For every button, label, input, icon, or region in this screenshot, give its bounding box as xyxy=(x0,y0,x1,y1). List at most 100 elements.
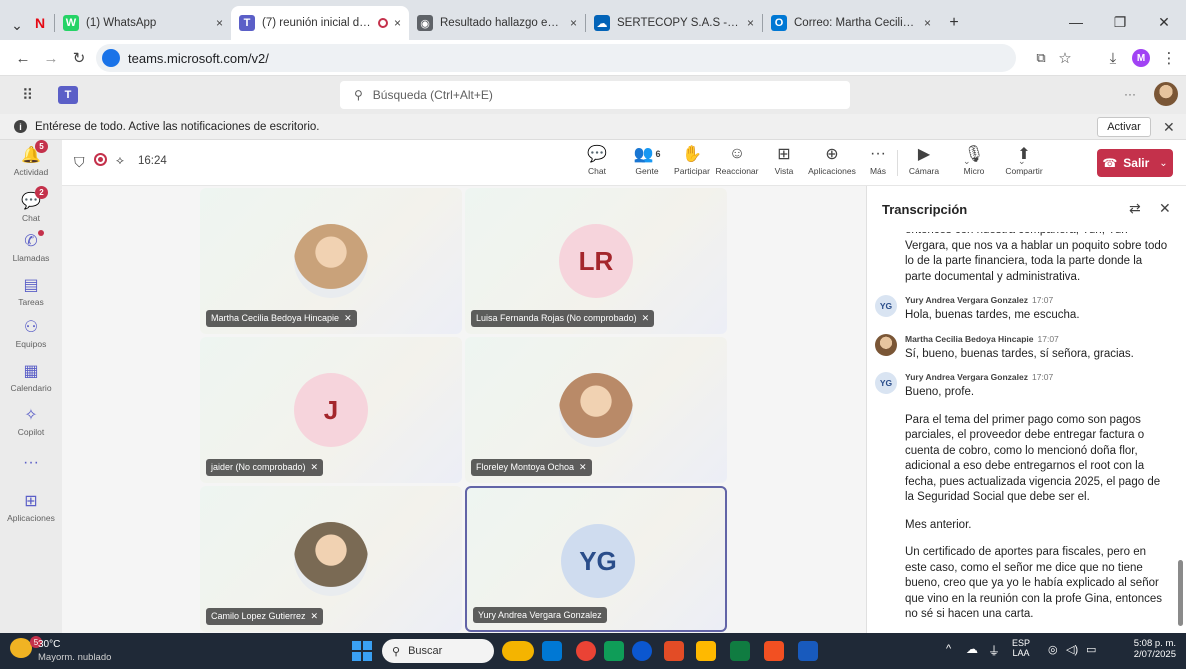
toolbar-micro-button[interactable]: 🎙 Micro xyxy=(949,144,999,176)
toolbar-más-button[interactable]: ··· Más xyxy=(853,144,903,176)
rail-item-calendario[interactable]: ▦ Calendario xyxy=(0,360,62,393)
tab-close-icon[interactable]: × xyxy=(394,16,401,30)
participant-tile[interactable]: Floreley Montoya Ochoa ✕ xyxy=(465,337,727,483)
leave-button[interactable]: ☎ Salir ⌄ xyxy=(1097,149,1173,177)
participant-name: Camilo Lopez Gutierrez xyxy=(211,611,306,621)
toolbar-participar-button[interactable]: ✋ Participar xyxy=(667,144,717,176)
bookmark-star-icon[interactable]: ☆ xyxy=(1052,45,1078,71)
rail-aplicaciones-icon: ⊞ xyxy=(24,493,38,510)
browser-tab[interactable]: W (1) WhatsApp × xyxy=(55,6,231,40)
close-transcript-icon[interactable]: ✕ xyxy=(1159,200,1171,217)
volume-icon[interactable]: ◁) xyxy=(1066,643,1078,656)
tab-favicon-icon: ☁ xyxy=(594,15,610,31)
rail-item-equipos[interactable]: ⚇ Equipos xyxy=(0,316,62,349)
back-icon[interactable]: ← xyxy=(10,45,36,71)
participant-tile[interactable]: Jjaider (No comprobado) ✕ xyxy=(200,337,462,483)
taskbar-search[interactable]: ⚲ Buscar xyxy=(382,639,494,663)
toolbar-vista-button[interactable]: ⊞ Vista xyxy=(759,144,809,176)
browser-tab[interactable]: O Correo: Martha Cecilia Bedoya × xyxy=(763,6,939,40)
translate-icon[interactable]: ⇄ xyxy=(1129,200,1141,217)
forward-icon[interactable]: → xyxy=(38,45,64,71)
browser-menu-icon[interactable]: ⋮ xyxy=(1156,45,1182,71)
rail-item-llamadas[interactable]: ✆ Llamadas xyxy=(0,230,62,263)
tab-close-icon[interactable]: × xyxy=(570,16,577,30)
battery-icon[interactable]: ▭ xyxy=(1086,643,1096,656)
browser-tab[interactable]: ◉ Resultado hallazgo esguince.pd × xyxy=(409,6,585,40)
taskbar-app-icon[interactable] xyxy=(764,641,784,661)
toolbar-label: Gente xyxy=(635,166,659,176)
toolbar-chat-button[interactable]: 💬 Chat xyxy=(572,144,622,176)
toolbar-icon-glyph: ⊕ xyxy=(825,146,839,163)
wifi-icon[interactable]: ◎ xyxy=(1048,643,1058,656)
tab-search-icon[interactable]: ⌄ xyxy=(6,10,28,40)
minimize-icon[interactable]: — xyxy=(1054,4,1098,40)
taskbar-app-icon[interactable] xyxy=(664,641,684,661)
start-menu-icon[interactable] xyxy=(352,641,372,661)
site-info-icon[interactable] xyxy=(102,49,120,67)
new-tab-button[interactable]: + xyxy=(939,6,969,40)
toolbar-cámara-button[interactable]: ▶ Cámara xyxy=(899,144,949,176)
toolbar-gente-icon: 👥 6 xyxy=(634,144,661,164)
participant-tile[interactable]: Martha Cecilia Bedoya Hincapie ✕ xyxy=(200,188,462,334)
participant-tile[interactable]: YG Yury Andrea Vergara Gonzalez xyxy=(465,486,727,632)
more-options-icon[interactable]: ··· xyxy=(1124,87,1136,101)
rail-item-aplicaciones[interactable]: ⊞ Aplicaciones xyxy=(0,490,62,523)
taskbar-app-icon[interactable] xyxy=(502,641,534,661)
tab-close-icon[interactable]: × xyxy=(924,16,931,30)
rail-item-copilot[interactable]: ✧ Copilot xyxy=(0,404,62,437)
search-input[interactable]: ⚲ Búsqueda (Ctrl+Alt+E) xyxy=(340,81,850,109)
clock[interactable]: 5:08 p. m. 2/07/2025 xyxy=(1124,638,1176,660)
install-app-icon[interactable]: ⧉ xyxy=(1028,45,1054,71)
show-hidden-icons[interactable]: ^ xyxy=(946,643,951,655)
speaker-name: Martha Cecilia Bedoya Hincapie xyxy=(905,333,1034,344)
toolbar-gente-button[interactable]: 👥 6 Gente xyxy=(622,144,672,176)
toolbar-más-icon: ··· xyxy=(870,144,886,164)
close-window-icon[interactable]: ✕ xyxy=(1142,4,1186,40)
taskbar-app-icon[interactable] xyxy=(542,641,562,661)
participant-tile[interactable]: LR Luisa Fernanda Rojas (No comprobado) ✕ xyxy=(465,188,727,334)
netflix-pinned-tab[interactable]: N xyxy=(28,6,54,40)
rail-item-more[interactable]: ··· xyxy=(0,452,62,474)
shield-icon[interactable]: ⛉ xyxy=(74,154,85,171)
taskbar-app-icon[interactable] xyxy=(730,641,750,661)
taskbar-app-icon[interactable] xyxy=(576,641,596,661)
transcript-scrollbar[interactable] xyxy=(1178,560,1183,626)
participant-tile[interactable]: Camilo Lopez Gutierrez ✕ xyxy=(200,486,462,632)
taskbar-search-icon: ⚲ xyxy=(392,645,401,658)
taskbar-app-icon[interactable] xyxy=(798,641,818,661)
taskbar-app-icon[interactable] xyxy=(604,641,624,661)
camera-options-chevron-icon[interactable]: ⌄ xyxy=(963,156,971,167)
usb-tray-icon[interactable]: ⏚ xyxy=(988,642,1000,659)
rail-item-tareas[interactable]: ▤ Tareas xyxy=(0,274,62,307)
tab-close-icon[interactable]: × xyxy=(216,16,223,30)
app-launcher-icon[interactable]: ⠿ xyxy=(22,86,33,104)
tab-close-icon[interactable]: × xyxy=(747,16,754,30)
download-icon[interactable]: ⤓ xyxy=(1100,45,1126,71)
transcript-list[interactable]: entonces con nuestra compañera, Yuri, Yu… xyxy=(867,232,1179,633)
onedrive-tray-icon[interactable]: ☁ xyxy=(966,642,978,656)
url-field[interactable]: teams.microsoft.com/v2/ xyxy=(96,44,1016,72)
reload-icon[interactable]: ↻ xyxy=(66,45,92,71)
profile-avatar[interactable]: M xyxy=(1128,45,1154,71)
rail-item-actividad[interactable]: 🔔 5 Actividad xyxy=(0,140,62,177)
user-avatar[interactable] xyxy=(1154,82,1178,106)
close-banner-icon[interactable]: ✕ xyxy=(1163,119,1175,136)
leave-chevron-icon[interactable]: ⌄ xyxy=(1159,158,1167,169)
rail-item-chat[interactable]: 💬 2 Chat xyxy=(0,186,62,223)
toolbar-label: Reaccionar xyxy=(715,166,759,176)
rail-item-label: Actividad xyxy=(13,167,49,177)
toolbar-aplicaciones-button[interactable]: ⊕ Aplicaciones xyxy=(807,144,857,176)
browser-tab[interactable]: ☁ SERTECOPY S.A.S - OneDrive × xyxy=(586,6,762,40)
browser-tab[interactable]: T (7) reunión inicial de concert × xyxy=(231,6,409,40)
mic-options-chevron-icon[interactable]: ⌄ xyxy=(1018,156,1026,167)
restore-icon[interactable]: ❐ xyxy=(1098,4,1142,40)
speaker-avatar: YG xyxy=(875,372,897,394)
toolbar-reaccionar-button[interactable]: ☺ Reaccionar xyxy=(712,144,762,176)
toolbar-icon-glyph: ✋ xyxy=(682,146,702,163)
toolbar-label: Más xyxy=(869,166,887,176)
weather-icon[interactable] xyxy=(10,638,32,658)
taskbar-app-icon[interactable] xyxy=(696,641,716,661)
activate-notifications-button[interactable]: Activar xyxy=(1097,117,1151,137)
taskbar-app-icon[interactable] xyxy=(632,641,652,661)
language-indicator[interactable]: ESP LAA xyxy=(1012,638,1030,658)
